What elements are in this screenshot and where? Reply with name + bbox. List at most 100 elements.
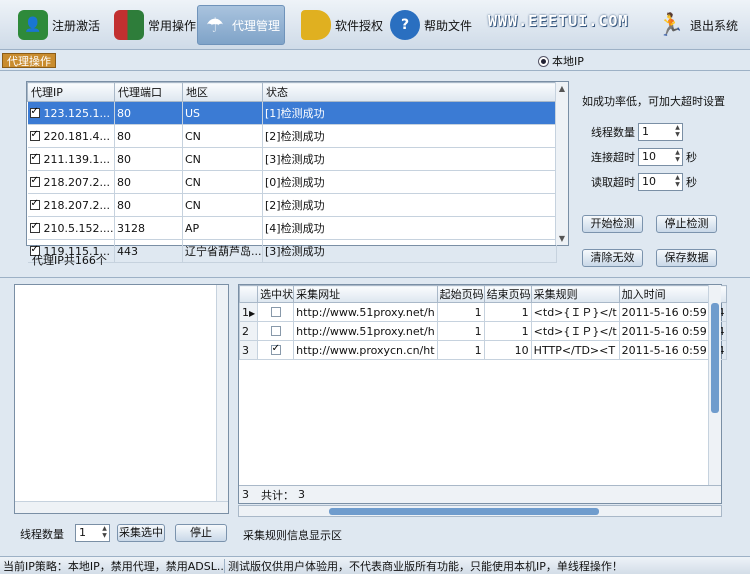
proxy-list-scrollbar[interactable]: ▲ ▼ (555, 82, 568, 245)
proxy-row[interactable]: 211.139.1... 80CN[3]检测成功 (27, 147, 557, 171)
toolbar-proxy-manage-button[interactable]: ☂ 代理管理 (197, 5, 285, 45)
user-icon: 👤 (18, 10, 48, 40)
clear-invalid-button[interactable]: 清除无效 (582, 249, 643, 267)
rule-row[interactable]: 2 http://www.51proxy.net/h 1 1 <td>{ＩＰ}</t 20… (238, 321, 728, 341)
rule-row-number: 3 (242, 343, 249, 357)
timeout-hint: 如成功率低，可加大超时设置 (582, 95, 725, 108)
proxy-list[interactable]: 代理IP 代理端口 地区 状态 123.125.1...80US[1]检测成功2… (26, 81, 569, 263)
rule-pattern-cell: <td>{ＩＰ}</t (530, 302, 620, 322)
proxy-row-checkbox[interactable] (29, 198, 40, 210)
thread-count-spinner[interactable]: 1 (638, 123, 683, 141)
local-ip-radio[interactable]: 本地IP (538, 53, 584, 69)
col-status[interactable]: 状态 (262, 82, 557, 102)
col-proxy-ip[interactable]: 代理IP (27, 82, 115, 102)
proxy-port-cell: 80 (114, 147, 183, 171)
stop-button[interactable]: 停止 (175, 524, 227, 542)
divider (0, 70, 750, 71)
status-ip-policy: 当前IP策略：本地IP，禁用代理，禁用ADSL... (3, 559, 224, 573)
current-row-marker-icon: ▶ (249, 308, 256, 318)
grid-col-index (238, 285, 259, 303)
footer-total-count: 3 (298, 488, 305, 501)
scroll-up-icon[interactable]: ▲ (556, 82, 568, 95)
rule-row-number: 2 (242, 324, 249, 338)
proxy-region-cell: CN (182, 147, 263, 171)
proxy-row-checkbox[interactable] (29, 129, 40, 141)
grid-col-rule[interactable]: 采集规则 (530, 285, 620, 303)
proxy-row[interactable]: 218.207.2... 80CN[0]检测成功 (27, 170, 557, 194)
proxy-row-checkbox[interactable] (29, 152, 40, 164)
rule-grid-footer: 3 共计： 3 (239, 485, 721, 503)
rule-row-checkbox[interactable] (270, 343, 281, 355)
help-icon: ? (390, 10, 420, 40)
proxy-count-text: 代理IP共166个 (32, 254, 107, 267)
toolbar-exit-button[interactable]: 🏃 退出系统 (652, 5, 742, 45)
proxy-status-cell: [2]检测成功 (262, 124, 557, 148)
rule-info-area: 采集规则信息显示区 (243, 529, 342, 542)
status-bar: 当前IP策略：本地IP，禁用代理，禁用ADSL... 测试版仅供用户体验用，不代… (0, 556, 750, 574)
seconds-unit: 秒 (686, 176, 697, 189)
scroll-thumb[interactable] (711, 303, 719, 413)
proxy-row[interactable]: 220.181.4... 80CN[2]检测成功 (27, 124, 557, 148)
col-region[interactable]: 地区 (182, 82, 263, 102)
proxy-ip-cell: 218.207.2... (27, 193, 115, 217)
source-list[interactable] (14, 284, 229, 514)
rule-selected-cell (257, 321, 295, 341)
save-data-button[interactable]: 保存数据 (656, 249, 717, 267)
rule-row-checkbox[interactable] (270, 306, 281, 317)
rule-row[interactable]: 1▶ http://www.51proxy.net/h 1 1 <td>{ＩＰ}</t 2… (238, 302, 728, 322)
toolbar-help-label: 帮助文件 (424, 18, 473, 33)
proxy-port-cell: 3128 (114, 216, 183, 240)
proxy-row-checkbox[interactable] (29, 175, 40, 187)
tag-icon (301, 10, 331, 40)
local-ip-label: 本地IP (552, 55, 584, 68)
col-proxy-port[interactable]: 代理端口 (114, 82, 183, 102)
scroll-down-icon[interactable]: ▼ (556, 232, 568, 245)
seconds-unit: 秒 (686, 151, 697, 164)
rule-selected-cell (257, 340, 295, 360)
rule-grid-hscroll[interactable] (238, 505, 722, 517)
proxy-row-checkbox[interactable] (29, 221, 40, 233)
proxy-operations-tab[interactable]: 代理操作 (2, 53, 56, 68)
bottom-thread-spinner[interactable]: 1 (75, 524, 110, 542)
proxy-row[interactable]: 218.207.2... 80CN[2]检测成功 (27, 193, 557, 217)
rule-grid-vscroll[interactable] (708, 285, 721, 486)
proxy-row-checkbox[interactable] (29, 106, 40, 118)
proxy-region-cell: CN (182, 124, 263, 148)
proxy-status-cell: [3]检测成功 (262, 239, 557, 263)
connect-timeout-spinner[interactable]: 10 (638, 148, 683, 166)
toolbar-register-button[interactable]: 👤 注册激活 (14, 5, 104, 45)
proxy-row[interactable]: 123.125.1... 80US[1]检测成功 (27, 101, 557, 125)
rule-row[interactable]: 3http://www.proxycn.cn/ht110HTTP</TD><T2… (238, 340, 728, 360)
proxy-region-cell: AP (182, 216, 263, 240)
toolbar-common-ops-button[interactable]: 常用操作 (110, 5, 200, 45)
umbrella-icon: ☂ (206, 13, 224, 37)
collect-selected-button[interactable]: 采集选中 (117, 524, 165, 542)
source-list-vscroll[interactable] (216, 285, 228, 513)
grid-col-end-page[interactable]: 结束页码 (483, 285, 532, 303)
proxy-ip-text: 218.207.2... (43, 198, 110, 212)
proxy-ip-text: 210.5.152.... (43, 221, 114, 235)
toolbar-license-button[interactable]: 软件授权 (297, 5, 387, 45)
grid-col-start-page[interactable]: 起始页码 (436, 285, 485, 303)
proxy-ip-text: 123.125.1... (43, 106, 110, 120)
proxy-ip-text: 218.207.2... (43, 175, 110, 189)
rule-grid[interactable]: 选中状 采集网址 起始页码 结束页码 采集规则 加入时间 1▶ http://ww… (238, 284, 728, 504)
start-check-button[interactable]: 开始检测 (582, 215, 643, 233)
rule-row-index: 2 (238, 321, 259, 341)
proxy-row[interactable]: 210.5.152....3128AP[4]检测成功 (27, 216, 557, 240)
proxy-status-cell: [3]检测成功 (262, 147, 557, 171)
scroll-thumb[interactable] (329, 508, 599, 515)
toolbar-help-button[interactable]: ? 帮助文件 (386, 5, 476, 45)
rule-end-page-cell: 1 (483, 302, 532, 322)
footer-index: 3 (242, 488, 249, 501)
rule-start-page-cell: 1 (436, 340, 485, 360)
source-list-hscroll[interactable] (15, 501, 228, 513)
stop-check-button[interactable]: 停止检测 (656, 215, 717, 233)
rule-url-cell: http://www.proxycn.cn/ht (293, 340, 438, 360)
grid-col-selected[interactable]: 选中状 (257, 285, 295, 303)
read-timeout-spinner[interactable]: 10 (638, 173, 683, 191)
thread-count-row: 线程数量 1 (591, 123, 683, 141)
rule-row-checkbox[interactable] (270, 325, 281, 336)
radio-icon (538, 55, 549, 67)
grid-col-url[interactable]: 采集网址 (293, 285, 438, 303)
